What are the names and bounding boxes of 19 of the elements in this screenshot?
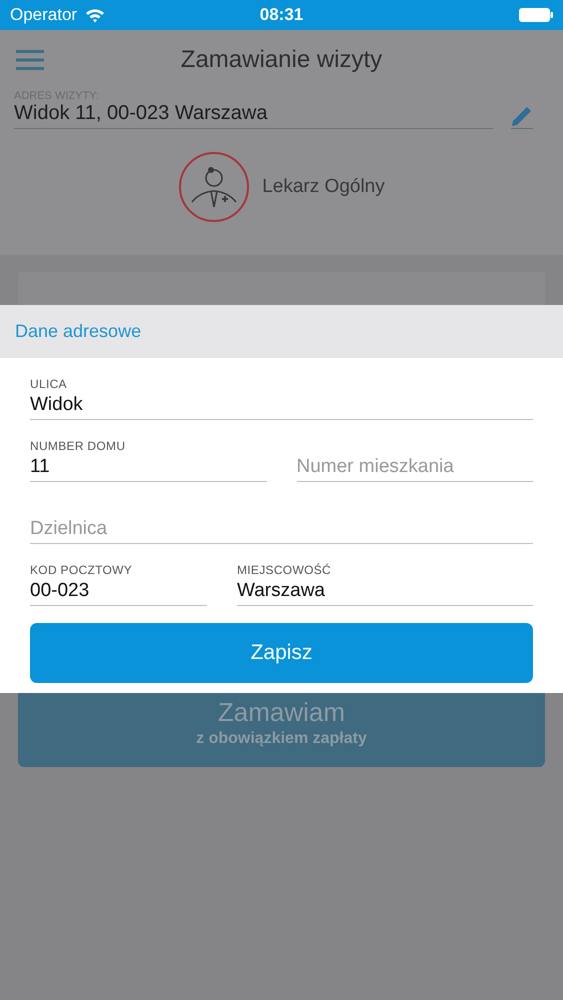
text-field[interactable]: Dzielnica <box>30 516 533 544</box>
field-label: MIEJSCOWOŚĆ <box>237 563 332 577</box>
sheet-title: Dane adresowe <box>15 321 142 342</box>
doctor-icon <box>178 151 250 223</box>
field-label: NUMBER DOMU <box>30 439 126 453</box>
clock-time: 08:31 <box>260 5 304 24</box>
carrier-name: Operator <box>10 5 78 25</box>
menu-icon[interactable] <box>16 50 44 70</box>
text-field[interactable]: 00-023 <box>30 578 207 606</box>
wifi-icon <box>85 8 106 22</box>
text-field[interactable]: Widok <box>30 392 533 420</box>
specialist-name: Lekarz Ogólny <box>262 176 385 198</box>
text-field[interactable]: Numer mieszkania <box>296 454 533 482</box>
field-label: ULICA <box>30 377 68 391</box>
text-field[interactable]: 11 <box>30 454 266 482</box>
field-label: KOD POCZTOWY <box>30 563 134 577</box>
text-field[interactable]: Warszawa <box>237 578 533 606</box>
battery-icon <box>519 8 553 22</box>
screen-title: Zamawianie wizyty <box>180 46 382 73</box>
